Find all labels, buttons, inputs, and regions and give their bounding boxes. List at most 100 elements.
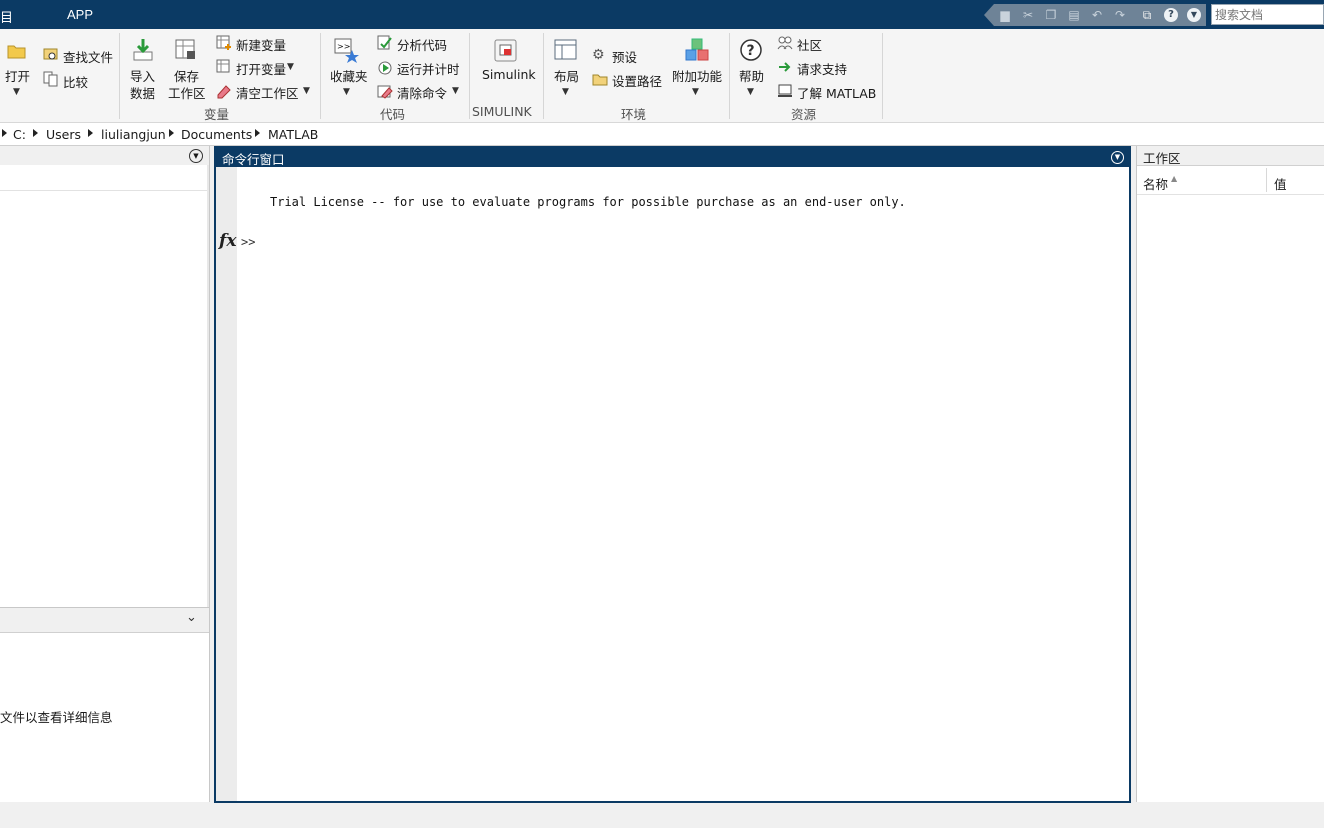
layout-dropdown-icon[interactable]: ▼ (562, 87, 569, 97)
new-variable-button[interactable]: 新建变量 (236, 35, 286, 54)
group-label-variable: 变量 (204, 107, 230, 122)
breadcrumb-item[interactable]: liuliangjun (101, 127, 166, 142)
column-header-value[interactable]: 值 (1274, 174, 1287, 193)
open-variable-dropdown-icon[interactable]: ▼ (287, 62, 294, 72)
run-and-time-icon (378, 61, 392, 75)
new-variable-icon (216, 35, 231, 50)
analyze-code-icon (377, 35, 392, 50)
help-dropdown-icon[interactable]: ▼ (747, 87, 754, 97)
current-folder-panel: ▼ ⌄ 文件以查看详细信息 (0, 146, 210, 802)
find-files-icon (43, 48, 58, 60)
group-label-code: 代码 (380, 107, 406, 122)
addons-dropdown-icon[interactable]: ▼ (692, 87, 699, 97)
column-header-name[interactable]: 名称 (1143, 174, 1168, 193)
analyze-code-button[interactable]: 分析代码 (397, 35, 447, 54)
separator (119, 33, 120, 119)
layout-label[interactable]: 布局 (554, 66, 579, 85)
copy-icon[interactable]: ❐ (1044, 8, 1058, 22)
preferences-button[interactable]: 预设 (612, 47, 637, 66)
paste-icon[interactable]: ▤ (1067, 8, 1081, 22)
group-label-simulink: SIMULINK (472, 104, 532, 119)
breadcrumb-arrow-icon (2, 129, 7, 137)
open-dropdown-icon[interactable]: ▼ (13, 87, 20, 97)
learn-matlab-button[interactable]: 了解 MATLAB (797, 83, 876, 102)
open-variable-icon (216, 59, 230, 73)
run-and-time-button[interactable]: 运行并计时 (397, 59, 460, 78)
clear-workspace-button[interactable]: 清空工作区 (236, 83, 299, 102)
request-support-button[interactable]: 请求支持 (797, 59, 847, 78)
quick-access-toolbar: ▆ ✂ ❐ ▤ ↶ ↷ ⧉ ? ▼ (984, 4, 1206, 26)
details-hint-text: 文件以查看详细信息 (0, 710, 113, 725)
options-dropdown-icon[interactable]: ▼ (1187, 8, 1201, 22)
command-window-title-bar: 命令行窗口 ▼ (216, 148, 1129, 167)
favorites-label[interactable]: 收藏夹 (330, 66, 368, 85)
help-icon[interactable]: ? (1164, 8, 1178, 22)
addons-label[interactable]: 附加功能 (672, 66, 722, 85)
redo-icon[interactable]: ↷ (1113, 8, 1127, 22)
preferences-gear-icon: ⚙ (592, 47, 605, 63)
open-button-label[interactable]: 打开 (5, 66, 30, 85)
clear-workspace-dropdown-icon[interactable]: ▼ (303, 86, 310, 96)
find-files-button[interactable]: 查找文件 (63, 47, 113, 66)
community-button[interactable]: 社区 (797, 35, 822, 54)
clear-commands-dropdown-icon[interactable]: ▼ (452, 86, 459, 96)
save-workspace-icon (175, 39, 195, 59)
scrollbar[interactable] (207, 165, 209, 607)
layout-icon (554, 39, 577, 60)
breadcrumb-item[interactable]: MATLAB (268, 127, 318, 142)
group-label-resources: 资源 (791, 107, 817, 122)
svg-text:>>: >> (337, 42, 350, 51)
function-browser-fx-icon[interactable]: fx (219, 231, 236, 251)
save-icon[interactable]: ▆ (998, 8, 1012, 22)
help-question-icon: ? (740, 39, 762, 61)
favorites-icon: >> (334, 38, 359, 63)
separator (469, 33, 470, 119)
search-documentation-input[interactable] (1211, 4, 1324, 25)
save-workspace-label-2[interactable]: 工作区 (168, 83, 206, 102)
breadcrumb-arrow-icon (169, 129, 174, 137)
command-window-title: 命令行窗口 (222, 152, 285, 167)
status-bar (0, 803, 1324, 828)
breadcrumb-item[interactable]: Documents (181, 127, 252, 142)
undo-icon[interactable]: ↶ (1090, 8, 1104, 22)
command-prompt[interactable]: >> (241, 235, 255, 249)
breadcrumb-item[interactable]: C: (13, 127, 26, 142)
breadcrumb-item[interactable]: Users (46, 127, 81, 142)
svg-text:?: ? (747, 43, 755, 59)
request-support-icon (779, 62, 791, 72)
set-path-icon (592, 74, 608, 86)
separator (320, 33, 321, 119)
separator (543, 33, 544, 119)
import-data-icon (133, 39, 153, 61)
simulink-button[interactable]: Simulink (482, 67, 536, 82)
toolstrip: 打开 ▼ 查找文件 比较 导入 数据 保存 工作区 新建变量 打开变量 ▼ 清空… (0, 29, 1324, 123)
import-label-2[interactable]: 数据 (130, 83, 155, 102)
help-label[interactable]: 帮助 (739, 66, 764, 85)
current-folder-address-bar[interactable]: C: Users liuliangjun Documents MATLAB (0, 123, 1324, 146)
chevron-down-icon[interactable]: ⌄ (186, 610, 197, 625)
workspace-title: 工作区 (1143, 151, 1181, 166)
current-folder-title-bar (0, 146, 209, 166)
tab-app[interactable]: APP (67, 7, 93, 22)
workspace-table-header: 名称 ▲ 值 (1137, 166, 1324, 195)
compare-button[interactable]: 比较 (63, 72, 88, 91)
panel-menu-icon[interactable]: ▼ (1111, 151, 1124, 164)
panel-menu-icon[interactable]: ▼ (189, 149, 203, 163)
set-path-button[interactable]: 设置路径 (612, 71, 662, 90)
breadcrumb-arrow-icon (33, 129, 38, 137)
open-variable-button[interactable]: 打开变量 (236, 59, 286, 78)
workspace-panel: 工作区 名称 ▲ 值 (1136, 146, 1324, 802)
favorites-dropdown-icon[interactable]: ▼ (343, 87, 350, 97)
column-divider[interactable] (1266, 168, 1267, 192)
tab-partial[interactable]: 目 (0, 7, 13, 26)
community-icon (777, 36, 793, 50)
switch-windows-icon[interactable]: ⧉ (1140, 8, 1154, 22)
workspace-title-bar: 工作区 (1137, 146, 1324, 166)
addons-cubes-icon (685, 38, 709, 61)
sort-ascending-icon: ▲ (1171, 174, 1178, 183)
clear-commands-button[interactable]: 清除命令 (397, 83, 447, 102)
clear-commands-icon (377, 85, 393, 99)
cut-icon[interactable]: ✂ (1021, 8, 1035, 22)
command-window[interactable]: 命令行窗口 ▼ Trial License -- for use to eval… (214, 146, 1131, 803)
breadcrumb-arrow-icon (88, 129, 93, 137)
